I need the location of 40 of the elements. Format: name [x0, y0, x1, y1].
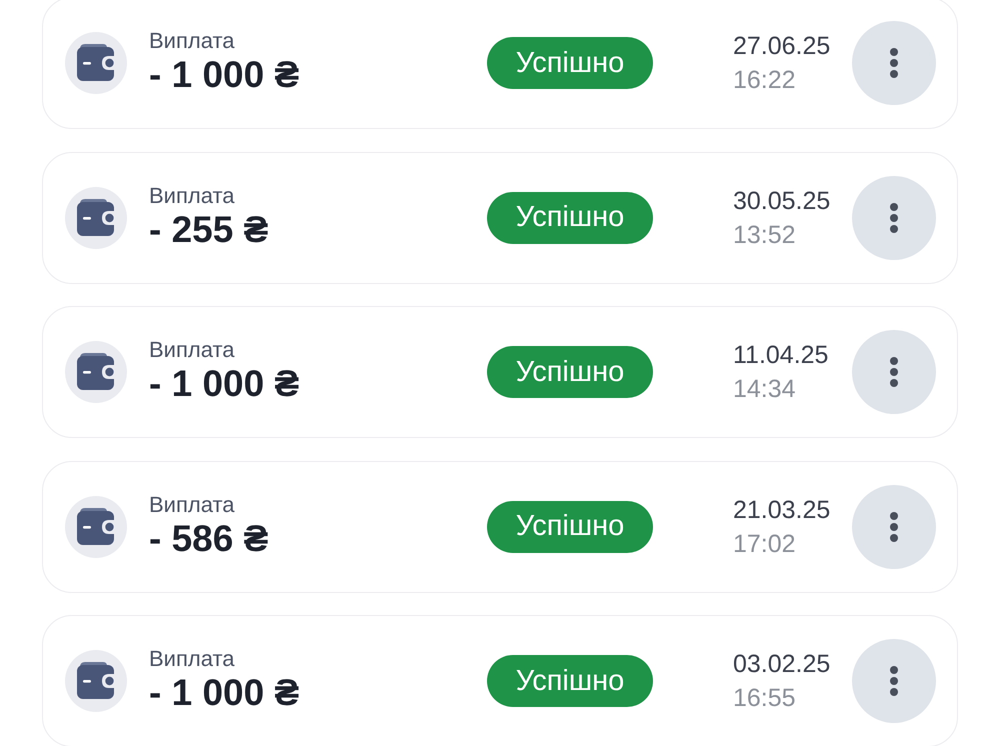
- wallet-icon: [65, 186, 127, 248]
- date-text: 11.04.25: [733, 340, 828, 371]
- wallet-icon: [65, 496, 127, 558]
- transaction-card[interactable]: Виплата - 1 000 ₴ Успішно 03.02.25 16:55: [42, 615, 958, 746]
- status-badge: Успішно: [487, 346, 653, 398]
- date-text: 27.06.25: [733, 31, 830, 62]
- transaction-card[interactable]: Виплата - 255 ₴ Успішно 30.05.25 13:52: [42, 152, 958, 284]
- transaction-title: Виплата: [149, 337, 235, 363]
- transaction-title: Виплата: [149, 182, 235, 208]
- date-text: 21.03.25: [733, 494, 830, 526]
- time-text: 13:52: [733, 220, 796, 250]
- more-icon: [890, 666, 898, 696]
- time-text: 17:02: [733, 528, 796, 560]
- transaction-card[interactable]: Виплата - 586 ₴ Успішно 21.03.25 17:02: [42, 460, 958, 592]
- transaction-title: Виплата: [149, 28, 235, 54]
- time-text: 16:55: [733, 683, 796, 714]
- transaction-card[interactable]: Виплата - 1 000 ₴ Успішно 11.04.25 14:34: [42, 306, 958, 438]
- amount-text: - 1 000 ₴: [149, 54, 300, 96]
- more-icon: [890, 202, 898, 232]
- amount-text: - 255 ₴: [149, 208, 268, 250]
- status-badge: Успішно: [487, 192, 653, 244]
- time-text: 14:34: [733, 374, 796, 405]
- amount-text: - 1 000 ₴: [149, 672, 300, 714]
- amount-text: - 1 000 ₴: [149, 363, 300, 405]
- date-text: 30.05.25: [733, 186, 830, 216]
- wallet-icon: [65, 650, 127, 712]
- transaction-card[interactable]: Виплата - 1 000 ₴ Успішно 27.06.25 16:22: [42, 0, 958, 129]
- status-badge: Успішно: [487, 500, 653, 552]
- amount-text: - 586 ₴: [149, 518, 268, 560]
- date-text: 03.02.25: [733, 649, 830, 680]
- status-badge: Успішно: [487, 37, 653, 89]
- more-icon: [890, 357, 898, 387]
- transaction-title: Виплата: [149, 646, 235, 672]
- transaction-title: Виплата: [149, 492, 235, 518]
- wallet-icon: [65, 341, 127, 403]
- more-icon: [890, 512, 898, 542]
- wallet-icon: [65, 32, 127, 94]
- time-text: 16:22: [733, 65, 796, 96]
- more-icon: [890, 48, 898, 78]
- status-badge: Успішно: [487, 655, 653, 707]
